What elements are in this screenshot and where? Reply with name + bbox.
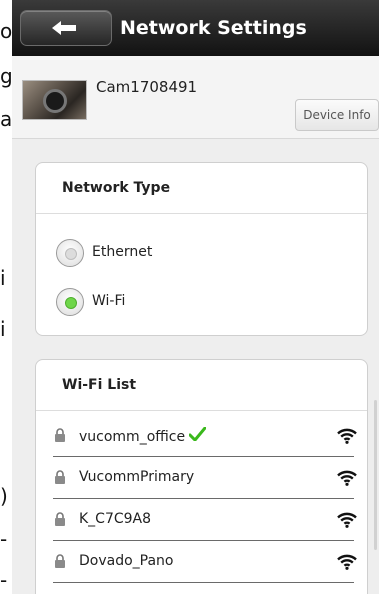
- wifi-network-item[interactable]: VucommPrimary: [53, 457, 357, 499]
- camera-thumbnail: [22, 80, 87, 120]
- top-navigation-bar: Network Settings: [12, 0, 379, 57]
- radio-button-icon: [56, 239, 84, 267]
- strip-fragment: a: [0, 107, 12, 131]
- wifi-network-item[interactable]: vucomm_office: [53, 415, 357, 457]
- wifi-label: Wi-Fi: [92, 293, 126, 309]
- radio-button-selected-icon: [56, 288, 84, 316]
- wifi-network-item[interactable]: Dovado_Pano: [53, 541, 357, 583]
- lock-icon: [55, 470, 65, 484]
- wifi-list-card: Wi-Fi List vucomm_office VucommPrimary K…: [35, 359, 368, 594]
- wifi-signal-icon: [337, 428, 357, 444]
- wifi-signal-icon: [337, 554, 357, 570]
- lock-icon: [55, 428, 65, 442]
- back-button[interactable]: [20, 10, 112, 46]
- strip-fragment: i: [0, 266, 6, 290]
- scrollbar[interactable]: [374, 400, 377, 550]
- network-type-heading: Network Type: [36, 163, 367, 214]
- wifi-ssid: VucommPrimary: [79, 469, 195, 485]
- strip-fragment: o: [0, 19, 12, 43]
- wifi-signal-icon: [337, 470, 357, 486]
- wifi-network-item[interactable]: K_C7C9A8: [53, 499, 357, 541]
- wifi-list-heading: Wi-Fi List: [36, 360, 367, 411]
- network-settings-screen: Network Settings Cam1708491 Device Info …: [12, 0, 379, 594]
- connected-check-icon: [188, 426, 207, 442]
- strip-fragment: i: [0, 317, 6, 341]
- network-type-card: Network Type Ethernet Wi-Fi: [35, 162, 368, 336]
- strip-fragment: g: [0, 64, 12, 88]
- lock-icon: [55, 554, 65, 568]
- device-name: Cam1708491: [96, 78, 198, 96]
- wifi-signal-icon: [337, 512, 357, 528]
- background-page-strip: o g a i i ) - -: [0, 0, 12, 594]
- wifi-ssid: vucomm_office: [79, 429, 186, 445]
- wifi-ssid: K_C7C9A8: [79, 511, 152, 527]
- device-info-button[interactable]: Device Info: [295, 99, 379, 131]
- ethernet-label: Ethernet: [92, 244, 153, 260]
- wifi-ssid: Dovado_Pano: [79, 553, 174, 569]
- lock-icon: [55, 512, 65, 526]
- strip-fragment: -: [0, 527, 8, 551]
- back-arrow-icon: [52, 21, 76, 35]
- page-title: Network Settings: [120, 17, 307, 39]
- strip-fragment: ): [0, 484, 8, 508]
- strip-fragment: -: [0, 568, 8, 592]
